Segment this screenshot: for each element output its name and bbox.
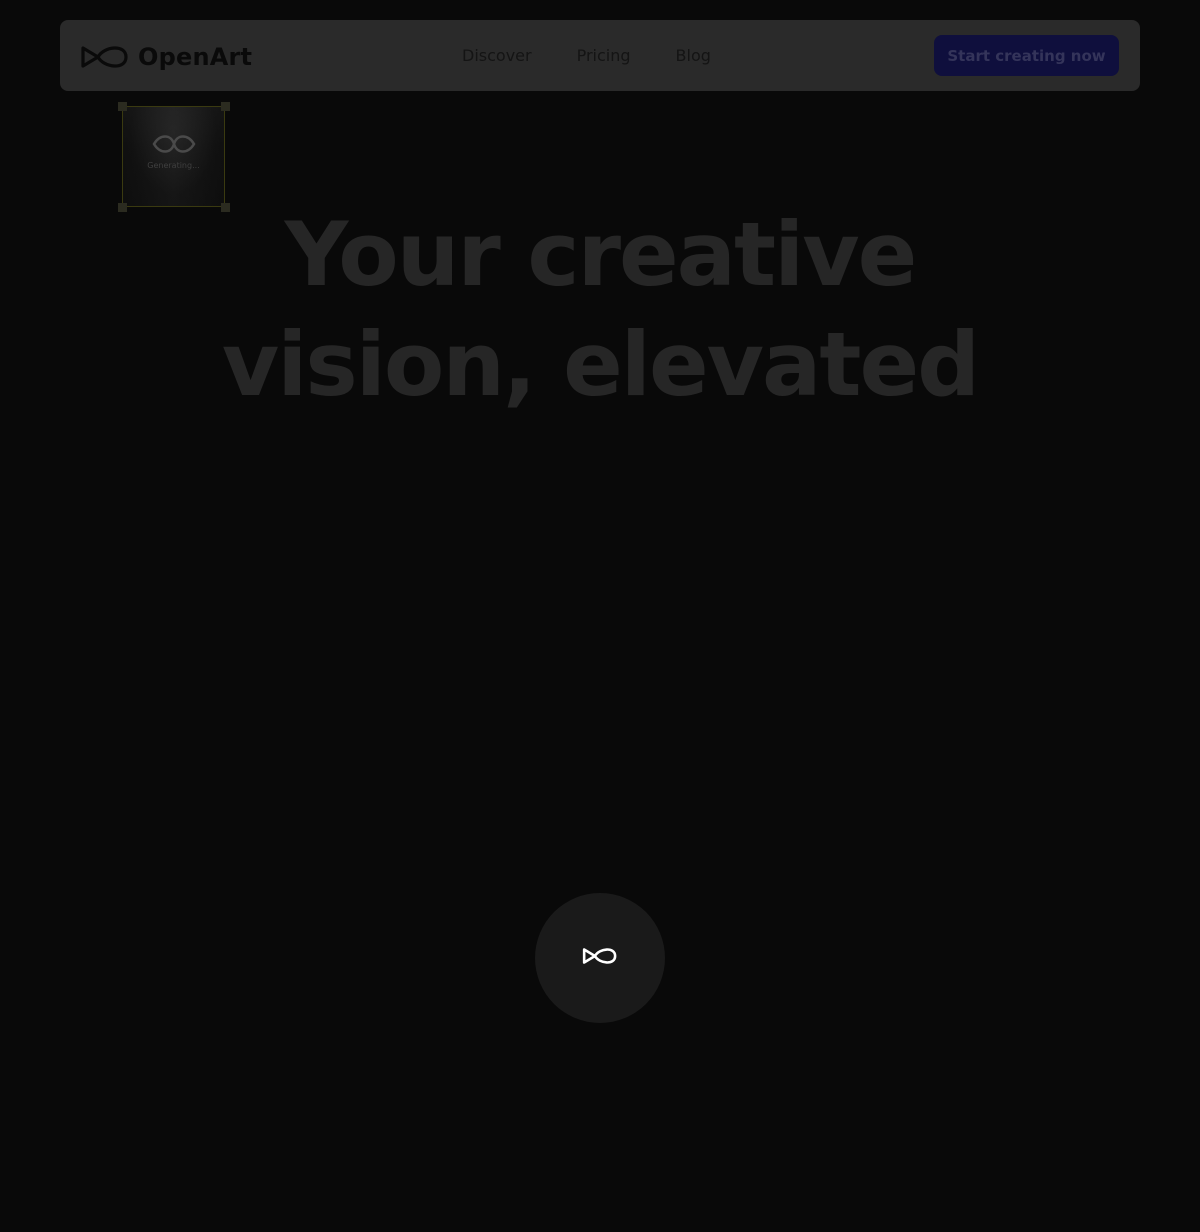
openart-infinity-icon (151, 133, 197, 160)
nav-link-pricing[interactable]: Pricing (577, 46, 631, 65)
brand-logo[interactable]: OpenArt (80, 42, 252, 72)
resize-handle-top-right[interactable] (221, 102, 230, 111)
start-creating-button[interactable]: Start creating now (934, 35, 1119, 76)
generating-status-label: Generating... (147, 161, 200, 170)
hero-title-line-1: Your creative (284, 203, 918, 306)
hero-title: Your creative vision, elevated (100, 200, 1100, 420)
openart-infinity-icon (80, 42, 130, 72)
nav-link-discover[interactable]: Discover (462, 46, 532, 65)
main-nav: Discover Pricing Blog (462, 20, 711, 91)
top-navbar: OpenArt Discover Pricing Blog Start crea… (60, 20, 1140, 91)
loading-spinner (535, 893, 665, 1023)
brand-name: OpenArt (138, 43, 253, 71)
openart-infinity-icon (582, 945, 618, 972)
page: OpenArt Discover Pricing Blog Start crea… (0, 0, 1200, 1232)
hero-title-line-2: vision, elevated (221, 313, 980, 416)
nav-link-blog[interactable]: Blog (676, 46, 711, 65)
resize-handle-top-left[interactable] (118, 102, 127, 111)
generating-image-card[interactable]: Generating... (122, 106, 225, 207)
